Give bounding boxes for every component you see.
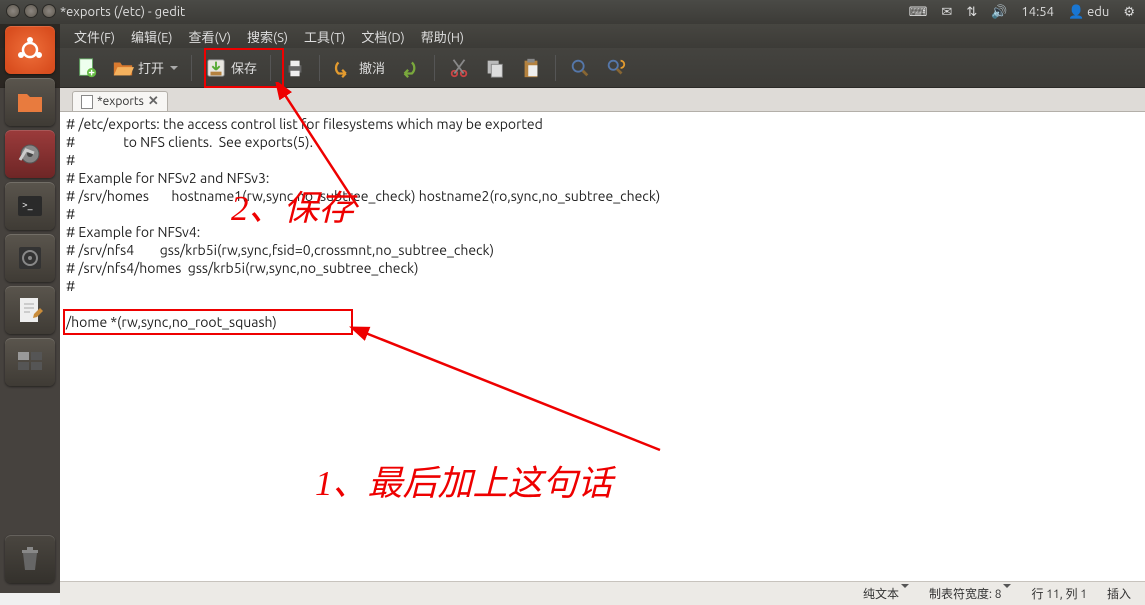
menu-help[interactable]: 帮助(H): [413, 24, 472, 49]
launcher-files-icon[interactable]: [5, 78, 55, 126]
annotation-box-save: [204, 48, 284, 88]
launcher-workspace-icon[interactable]: [5, 338, 55, 386]
paste-button[interactable]: [514, 54, 548, 82]
tab-strip: *exports ✕: [60, 88, 1145, 112]
window-title: *exports (/etc) - gedit: [60, 5, 909, 19]
file-icon: [81, 95, 93, 109]
launcher-trash-icon[interactable]: [5, 535, 55, 583]
copy-button[interactable]: [478, 54, 512, 82]
top-panel: *exports (/etc) - gedit ⌨ ✉ ⇅ 🔊 14:54 👤 …: [0, 0, 1145, 24]
replace-button[interactable]: [599, 54, 633, 82]
tab-close-icon[interactable]: ✕: [148, 94, 159, 109]
network-icon[interactable]: ⇅: [966, 5, 977, 20]
document-tab[interactable]: *exports ✕: [72, 91, 168, 111]
find-button[interactable]: [563, 54, 597, 82]
window-close-button[interactable]: [6, 4, 20, 18]
menu-view[interactable]: 查看(V): [181, 24, 239, 49]
new-document-button[interactable]: [70, 54, 104, 82]
svg-text:>_: >_: [22, 199, 33, 210]
status-bar: 纯文本 制表符宽度: 8 行 11, 列 1 插入: [60, 581, 1145, 605]
menu-edit[interactable]: 编辑(E): [123, 24, 180, 49]
launcher-terminal-icon[interactable]: >_: [5, 182, 55, 230]
menu-documents[interactable]: 文档(D): [353, 24, 412, 49]
annotation-text-1: 1、最后加上这句话: [315, 455, 613, 506]
system-gear-icon[interactable]: ⚙: [1123, 5, 1135, 20]
menu-file[interactable]: 文件(F): [66, 24, 123, 49]
launcher-gedit-icon[interactable]: [5, 286, 55, 334]
menu-search[interactable]: 搜索(S): [239, 24, 296, 49]
window-maximize-button[interactable]: [42, 4, 56, 18]
dash-home-icon[interactable]: [5, 26, 55, 74]
mail-icon[interactable]: ✉: [941, 5, 952, 20]
status-cursor-pos: 行 11, 列 1: [1031, 585, 1087, 602]
annotation-box-line: [63, 309, 353, 335]
keyboard-icon[interactable]: ⌨: [909, 5, 928, 20]
menu-bar: 文件(F) 编辑(E) 查看(V) 搜索(S) 工具(T) 文档(D) 帮助(H…: [0, 24, 1145, 48]
status-tab-width[interactable]: 制表符宽度: 8: [929, 585, 1011, 602]
text-editor-area[interactable]: # /etc/exports: the access control list …: [60, 112, 1145, 581]
window-minimize-button[interactable]: [24, 4, 38, 18]
toolbar: 打开 保存 撤消: [0, 48, 1145, 88]
status-language[interactable]: 纯文本: [863, 585, 909, 602]
undo-button[interactable]: 撤消: [327, 54, 391, 82]
redo-button[interactable]: [393, 54, 427, 82]
menu-tools[interactable]: 工具(T): [296, 24, 353, 49]
clock-time[interactable]: 14:54: [1021, 5, 1054, 19]
annotation-text-2: 2、保存: [231, 180, 354, 231]
launcher-vault-icon[interactable]: [5, 234, 55, 282]
cut-button[interactable]: [442, 54, 476, 82]
open-button[interactable]: 打开: [106, 54, 184, 82]
chevron-down-icon[interactable]: [170, 66, 178, 70]
volume-icon[interactable]: 🔊: [991, 5, 1007, 20]
launcher-settings-icon[interactable]: [5, 130, 55, 178]
status-insert-mode: 插入: [1107, 585, 1131, 602]
tab-title: *exports: [97, 95, 144, 108]
unity-launcher: >_: [0, 24, 60, 593]
user-menu[interactable]: 👤 edu: [1068, 5, 1109, 20]
